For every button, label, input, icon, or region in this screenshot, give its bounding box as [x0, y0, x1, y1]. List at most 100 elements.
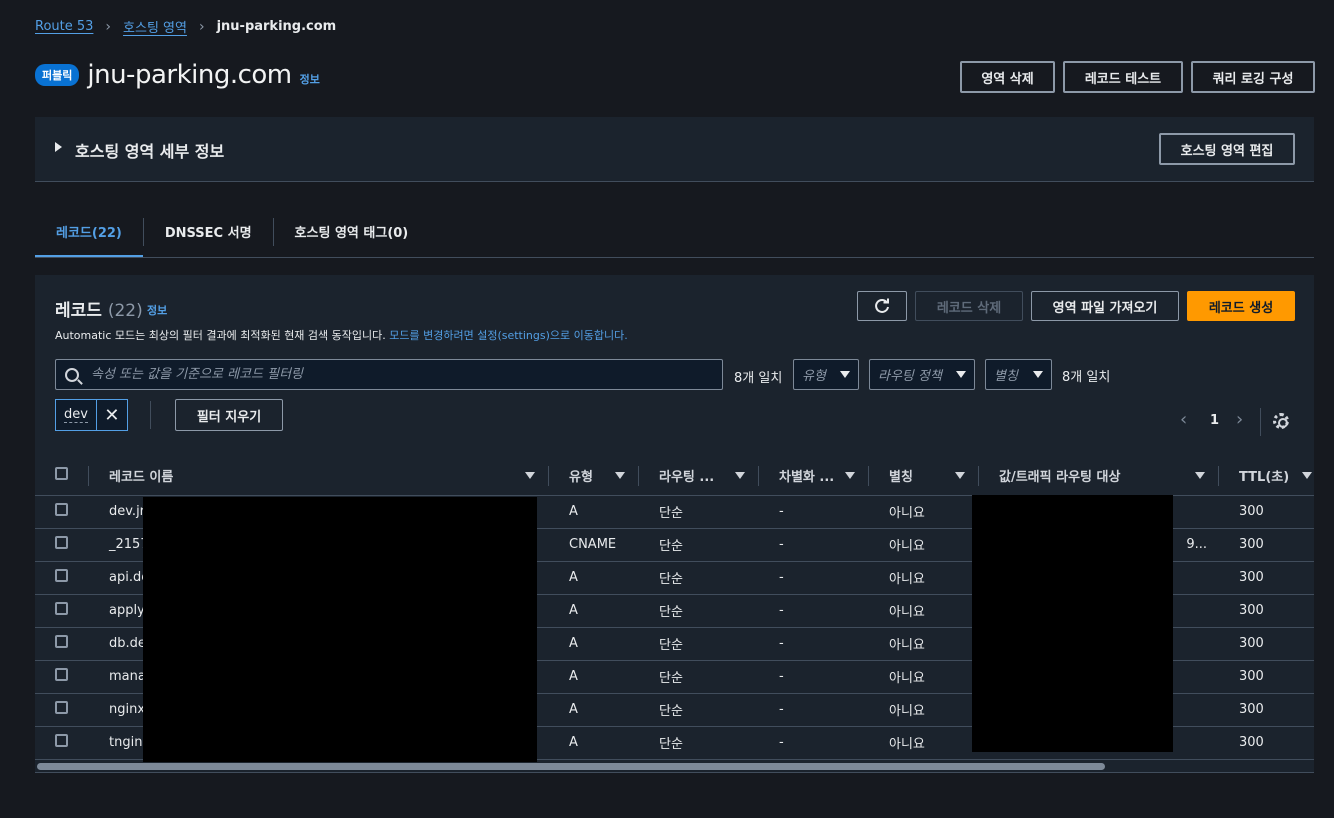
row-checkbox-cell	[35, 627, 89, 661]
col-type[interactable]: 유형	[549, 456, 639, 496]
type-filter-label: 유형	[802, 369, 826, 384]
cell-diff: -	[759, 594, 869, 628]
cell-ttl: 300	[1219, 693, 1314, 727]
row-checkbox-cell	[35, 726, 89, 760]
cell-policy: 단순	[639, 594, 759, 628]
filter-token-value: dev	[56, 400, 97, 430]
records-info-link[interactable]: 정보	[147, 302, 167, 318]
cell-diff: -	[759, 627, 869, 661]
tab-zone-tags[interactable]: 호스팅 영역 태그(0)	[274, 205, 430, 258]
cell-ttl: 300	[1219, 594, 1314, 628]
col-value[interactable]: 값/트래픽 라우팅 대상	[979, 456, 1219, 496]
cell-ttl: 300	[1219, 528, 1314, 562]
sort-icon	[735, 472, 745, 479]
records-title: 레코드 (22)	[55, 296, 143, 321]
clear-filter-button[interactable]: 필터 지우기	[175, 399, 283, 431]
cell-policy: 단순	[639, 495, 759, 529]
cell-type: A	[549, 726, 639, 760]
breadcrumb-hosted-zones[interactable]: 호스팅 영역	[123, 17, 187, 36]
col-differentiator[interactable]: 차별화 ...	[759, 456, 869, 496]
cell-type: A	[549, 495, 639, 529]
cell-ttl: 300	[1219, 627, 1314, 661]
cell-type: A	[549, 627, 639, 661]
col-ttl[interactable]: TTL(초)	[1219, 456, 1314, 496]
cell-type: A	[549, 693, 639, 727]
cell-alias: 아니요	[869, 528, 979, 562]
cell-alias: 아니요	[869, 627, 979, 661]
close-icon[interactable]: ✕	[97, 400, 127, 430]
row-checkbox[interactable]	[55, 668, 68, 681]
cell-policy: 단순	[639, 726, 759, 760]
hosted-zone-details-toggle[interactable]: 호스팅 영역 세부 정보	[75, 138, 224, 162]
cell-ttl: 300	[1219, 561, 1314, 595]
chevron-right-icon[interactable]: ›	[1236, 409, 1243, 430]
type-filter-select[interactable]: 유형	[793, 359, 859, 390]
row-checkbox[interactable]	[55, 602, 68, 615]
alias-filter-select[interactable]: 별칭	[985, 359, 1052, 390]
gear-icon[interactable]	[1273, 413, 1289, 429]
row-checkbox[interactable]	[55, 536, 68, 549]
edit-hosted-zone-button[interactable]: 호스팅 영역 편집	[1159, 133, 1295, 165]
cell-alias: 아니요	[869, 561, 979, 595]
breadcrumb-route53[interactable]: Route 53	[35, 19, 93, 34]
col-routing[interactable]: 라우팅 ...	[639, 456, 759, 496]
info-link[interactable]: 정보	[300, 71, 320, 87]
settings-link[interactable]: 모드를 변경하려면 설정(settings)으로 이동합니다.	[389, 329, 627, 342]
divider	[35, 772, 1314, 773]
sort-icon	[955, 472, 965, 479]
breadcrumb-current: jnu-parking.com	[216, 19, 337, 34]
tab-dnssec[interactable]: DNSSEC 서명	[144, 205, 273, 258]
cell-alias: 아니요	[869, 594, 979, 628]
tabs: 레코드(22) DNSSEC 서명 호스팅 영역 태그(0)	[35, 205, 429, 258]
cell-type: A	[549, 561, 639, 595]
delete-zone-button[interactable]: 영역 삭제	[960, 61, 1055, 93]
cell-alias: 아니요	[869, 726, 979, 760]
scrollbar-thumb[interactable]	[37, 763, 1105, 770]
row-checkbox-cell	[35, 660, 89, 694]
tab-records[interactable]: 레코드(22)	[35, 205, 143, 258]
cell-policy: 단순	[639, 627, 759, 661]
col-alias[interactable]: 별칭	[869, 456, 979, 496]
col-record-name[interactable]: 레코드 이름	[89, 456, 549, 496]
cell-diff: -	[759, 660, 869, 694]
row-checkbox-cell	[35, 528, 89, 562]
query-logging-button[interactable]: 쿼리 로깅 구성	[1191, 61, 1315, 93]
cell-diff: -	[759, 528, 869, 562]
cell-type: A	[549, 660, 639, 694]
row-checkbox[interactable]	[55, 569, 68, 582]
row-checkbox[interactable]	[55, 701, 68, 714]
divider	[1260, 408, 1261, 436]
search-input[interactable]	[91, 367, 691, 382]
alias-filter-label: 별칭	[994, 369, 1018, 384]
col-label: TTL(초)	[1239, 469, 1290, 485]
import-zone-file-button[interactable]: 영역 파일 가져오기	[1031, 291, 1179, 321]
delete-record-button[interactable]: 레코드 삭제	[915, 291, 1023, 321]
cell-type: A	[549, 594, 639, 628]
chevron-left-icon[interactable]: ‹	[1180, 409, 1187, 430]
records-count: (22)	[107, 301, 143, 321]
sort-icon	[615, 472, 625, 479]
row-checkbox[interactable]	[55, 734, 68, 747]
select-all-checkbox[interactable]	[55, 466, 68, 480]
row-checkbox[interactable]	[55, 635, 68, 648]
test-record-button[interactable]: 레코드 테스트	[1063, 61, 1183, 93]
policy-filter-select[interactable]: 라우팅 정책	[869, 359, 975, 390]
redacted-area	[143, 497, 537, 762]
sort-icon	[845, 472, 855, 479]
row-checkbox[interactable]	[55, 503, 68, 516]
refresh-icon	[875, 298, 889, 313]
row-checkbox-cell	[35, 495, 89, 529]
cell-policy: 단순	[639, 660, 759, 694]
create-record-button[interactable]: 레코드 생성	[1187, 291, 1295, 321]
cell-policy: 단순	[639, 528, 759, 562]
records-search	[55, 359, 723, 390]
current-page[interactable]: 1	[1210, 413, 1219, 428]
records-title-text: 레코드	[55, 301, 102, 321]
cell-ttl: 300	[1219, 726, 1314, 760]
caret-right-icon[interactable]	[55, 142, 62, 152]
refresh-button[interactable]	[857, 291, 907, 321]
cell-diff: -	[759, 693, 869, 727]
cell-alias: 아니요	[869, 495, 979, 529]
hosted-zone-details-panel: 호스팅 영역 세부 정보 호스팅 영역 편집	[35, 117, 1314, 182]
sort-icon	[525, 472, 535, 479]
